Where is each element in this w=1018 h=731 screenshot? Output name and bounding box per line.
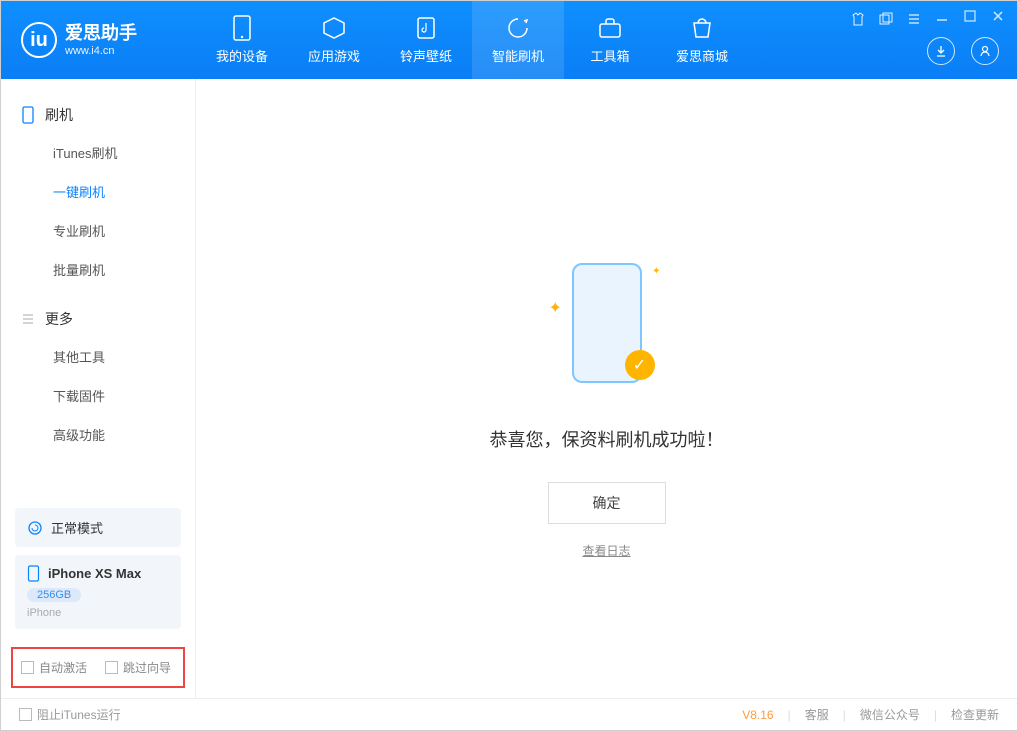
nav-label: 铃声壁纸: [400, 46, 452, 65]
success-message: 恭喜您，保资料刷机成功啦！: [490, 426, 724, 452]
sidebar: 刷机 iTunes刷机 一键刷机 专业刷机 批量刷机 更多 其他工具 下载固件 …: [1, 79, 196, 698]
close-button[interactable]: [991, 9, 1005, 28]
mode-label: 正常模式: [51, 518, 103, 537]
sidebar-item-itunes-flash[interactable]: iTunes刷机: [1, 133, 195, 172]
refresh-icon: [27, 520, 43, 536]
sidebar-item-batch-flash[interactable]: 批量刷机: [1, 250, 195, 289]
sparkle-icon: ✦: [652, 266, 660, 277]
checkbox-icon: [21, 661, 34, 674]
shirt-icon[interactable]: [851, 12, 865, 26]
version-label: V8.16: [742, 708, 773, 722]
phone-icon: [21, 106, 35, 124]
nav-label: 智能刷机: [492, 46, 544, 65]
device-name: iPhone XS Max: [48, 566, 141, 581]
highlighted-checkboxes: 自动激活 跳过向导: [11, 647, 185, 688]
nav-tab-toolbox[interactable]: 工具箱: [564, 1, 656, 79]
store-icon: [690, 16, 714, 40]
checkbox-skip-setup[interactable]: 跳过向导: [105, 659, 171, 676]
device-icon: [230, 16, 254, 40]
footer-link-support[interactable]: 客服: [805, 706, 829, 723]
device-type: iPhone: [27, 607, 169, 619]
nav-tab-device[interactable]: 我的设备: [196, 1, 288, 79]
mode-box[interactable]: 正常模式: [15, 508, 181, 547]
menu-icon[interactable]: [907, 12, 921, 26]
nav-tab-ringtones[interactable]: 铃声壁纸: [380, 1, 472, 79]
sidebar-item-download-firmware[interactable]: 下载固件: [1, 376, 195, 415]
app-subtitle: www.i4.cn: [65, 45, 137, 57]
sidebar-item-oneclick-flash[interactable]: 一键刷机: [1, 172, 195, 211]
nav-tab-flash[interactable]: 智能刷机: [472, 1, 564, 79]
main-content: ✦ ✦ ✓ 恭喜您，保资料刷机成功啦！ 确定 查看日志: [196, 79, 1017, 698]
user-icon[interactable]: [971, 37, 999, 65]
ringtone-icon: [414, 16, 438, 40]
sidebar-group-more: 更多: [1, 301, 195, 337]
list-icon: [21, 312, 35, 326]
statusbar: 阻止iTunes运行 V8.16 | 客服 | 微信公众号 | 检查更新: [1, 698, 1017, 730]
sidebar-group-flash: 刷机: [1, 97, 195, 133]
window-controls: [851, 9, 1005, 28]
nav-label: 应用游戏: [308, 46, 360, 65]
sidebar-item-pro-flash[interactable]: 专业刷机: [1, 211, 195, 250]
nav-tabs: 我的设备 应用游戏 铃声壁纸 智能刷机 工具箱 爱思商城: [196, 1, 748, 79]
success-illustration: ✦ ✦ ✓: [547, 258, 667, 398]
flash-icon: [506, 16, 530, 40]
nav-label: 我的设备: [216, 46, 268, 65]
titlebar: iu 爱思助手 www.i4.cn 我的设备 应用游戏 铃声壁纸 智能刷机 工具…: [1, 1, 1017, 79]
checkbox-label: 自动激活: [39, 659, 87, 676]
checkbox-block-itunes[interactable]: 阻止iTunes运行: [19, 706, 121, 723]
phone-icon: [27, 565, 40, 582]
checkbox-auto-activate[interactable]: 自动激活: [21, 659, 87, 676]
nav-label: 工具箱: [590, 46, 629, 65]
ok-button[interactable]: 确定: [548, 482, 666, 524]
download-icon[interactable]: [927, 37, 955, 65]
window-cascade-icon[interactable]: [879, 12, 893, 26]
nav-tab-apps[interactable]: 应用游戏: [288, 1, 380, 79]
nav-label: 爱思商城: [676, 46, 728, 65]
checkbox-label: 跳过向导: [123, 659, 171, 676]
checkbox-label: 阻止iTunes运行: [37, 706, 121, 723]
app-logo-icon: iu: [21, 22, 57, 58]
apps-icon: [322, 16, 346, 40]
device-box[interactable]: iPhone XS Max 256GB iPhone: [15, 555, 181, 629]
sparkle-icon: ✦: [549, 298, 562, 318]
toolbox-icon: [598, 16, 622, 40]
nav-tab-store[interactable]: 爱思商城: [656, 1, 748, 79]
sidebar-item-other-tools[interactable]: 其他工具: [1, 337, 195, 376]
maximize-button[interactable]: [963, 9, 977, 28]
view-log-link[interactable]: 查看日志: [582, 542, 630, 559]
footer-link-update[interactable]: 检查更新: [951, 706, 999, 723]
checkmark-badge-icon: ✓: [625, 350, 655, 380]
app-title: 爱思助手: [65, 23, 137, 45]
sidebar-item-advanced[interactable]: 高级功能: [1, 415, 195, 454]
checkbox-icon: [19, 708, 32, 721]
checkbox-icon: [105, 661, 118, 674]
footer-link-wechat[interactable]: 微信公众号: [860, 706, 920, 723]
minimize-button[interactable]: [935, 9, 949, 28]
logo-area: iu 爱思助手 www.i4.cn: [1, 22, 196, 58]
device-storage-badge: 256GB: [27, 588, 81, 602]
